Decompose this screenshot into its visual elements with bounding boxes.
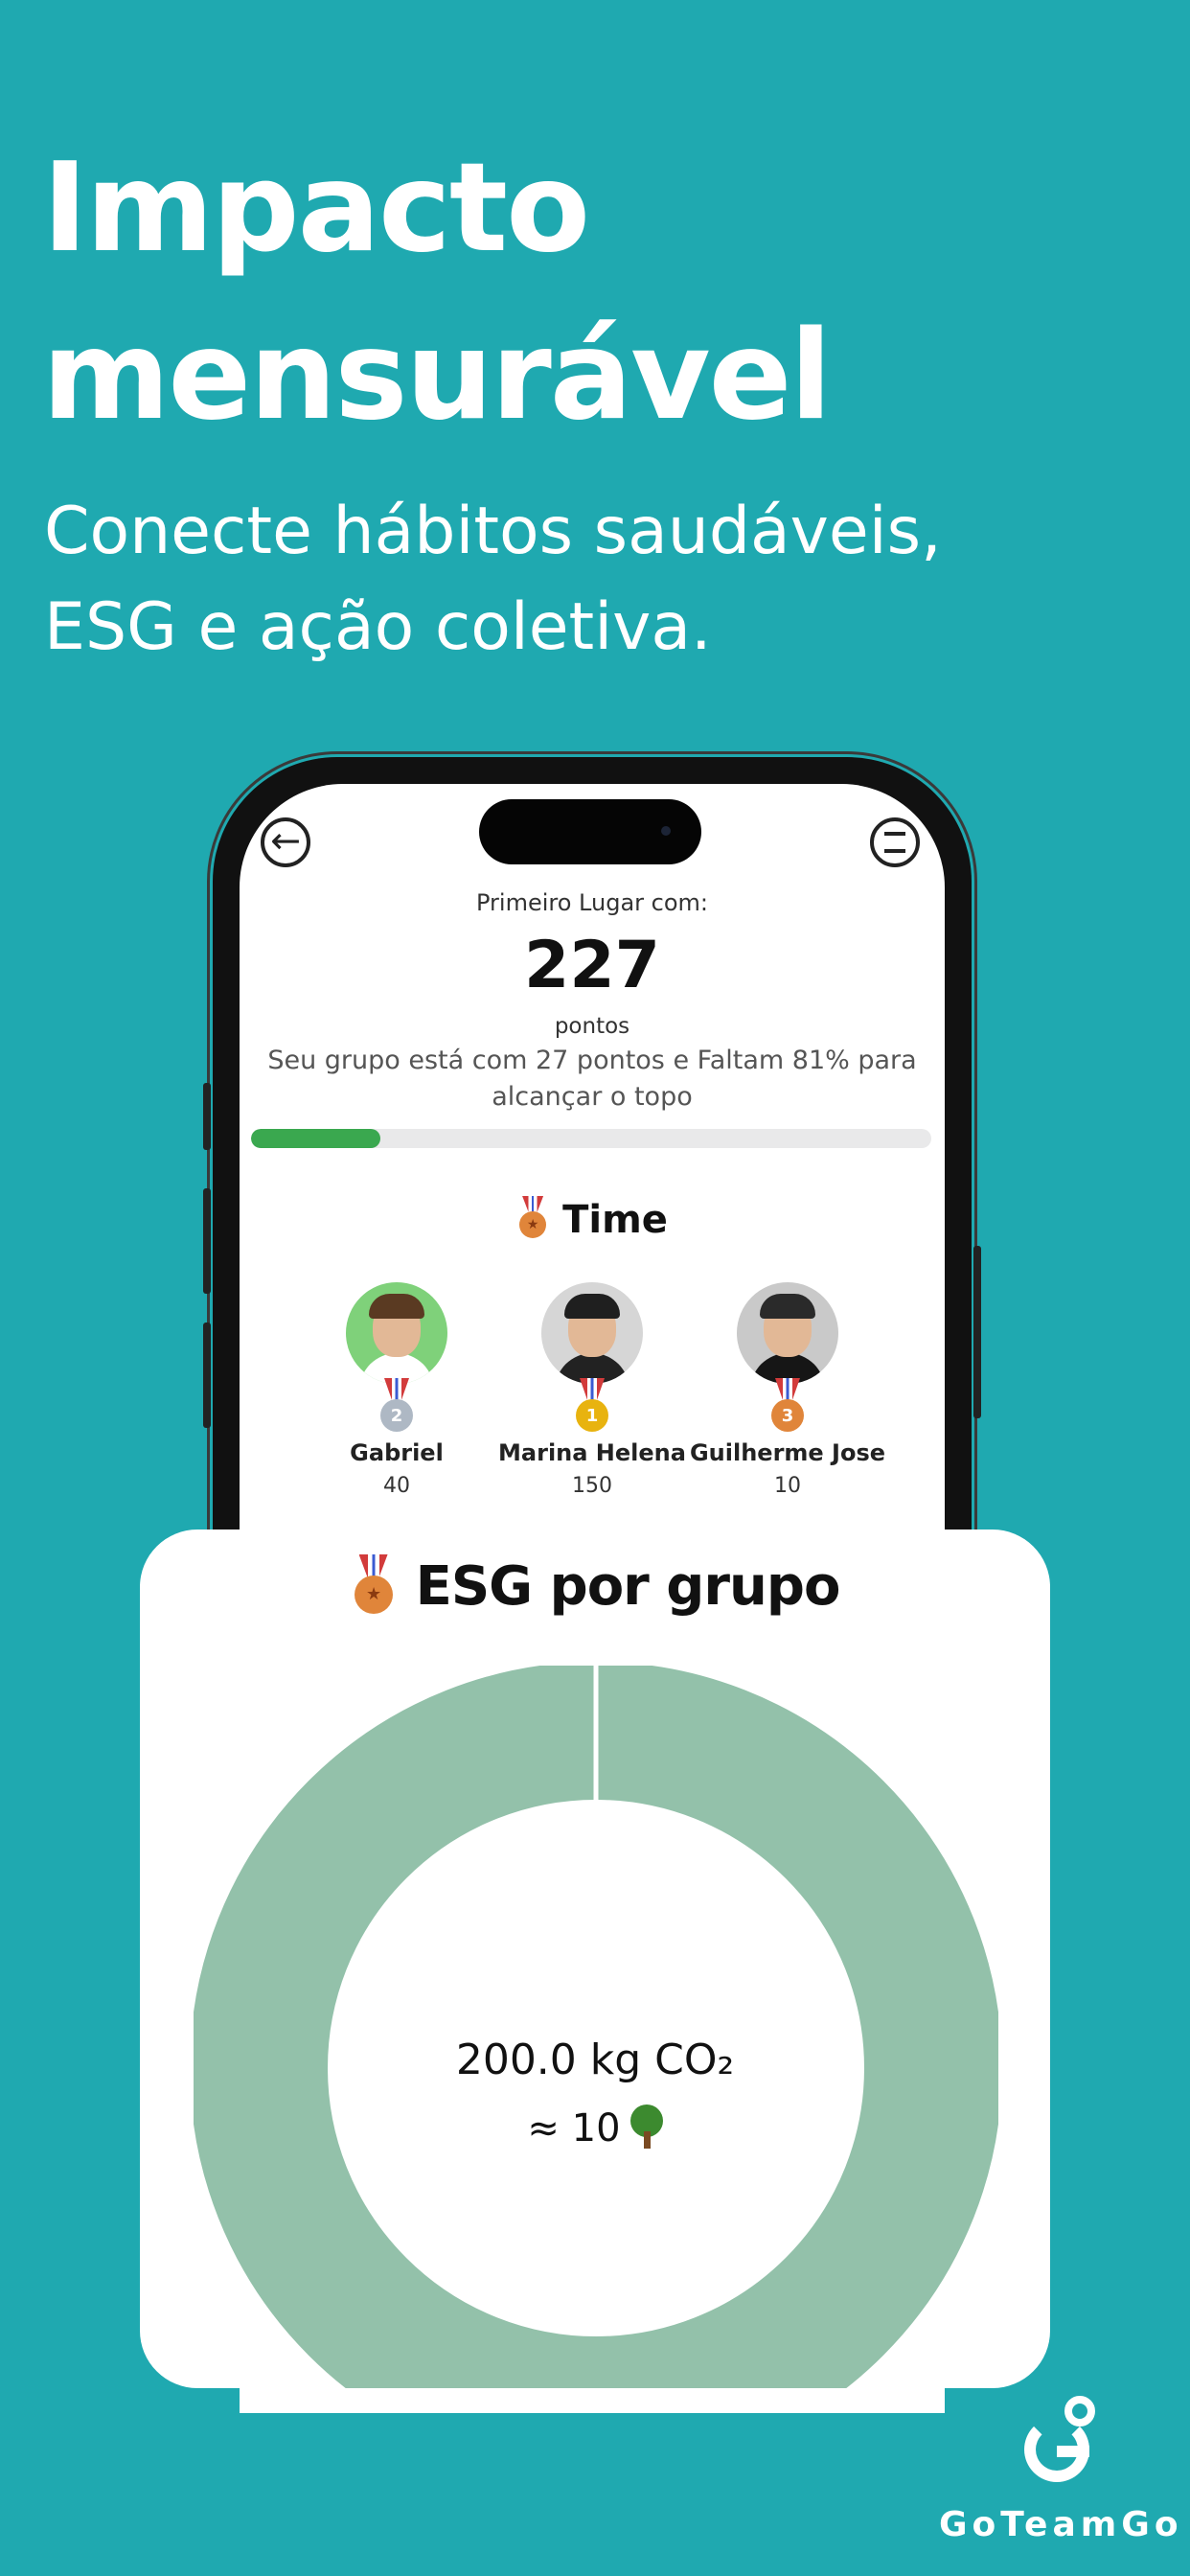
- tree-icon: [629, 2104, 663, 2149]
- esg-card: ★ ESG por grupo 200.0 kg CO₂ ≈ 10: [140, 1530, 1050, 2388]
- logo-mark-icon: [1011, 2392, 1107, 2488]
- first-place-score: 227: [524, 928, 660, 1003]
- menu-button[interactable]: [870, 817, 920, 867]
- esg-heading: ★ ESG por grupo: [140, 1554, 1050, 1618]
- subheadline-line-1: Conecte hábitos saudáveis,: [44, 494, 942, 569]
- back-button[interactable]: ←: [261, 817, 310, 867]
- headline: Impacto mensurável: [42, 125, 1144, 460]
- progress-bar: [251, 1129, 931, 1148]
- phone-side-button: [203, 1083, 211, 1150]
- team-heading: ★ Time: [240, 1196, 945, 1242]
- rank-number: 1: [576, 1399, 608, 1432]
- co2-value: 200.0 kg CO₂: [455, 2036, 735, 2084]
- subheadline-line-2: ESG e ação coletiva.: [44, 589, 712, 665]
- trees-equivalent: ≈ 10: [140, 2104, 1050, 2150]
- group-status-text: Seu grupo está com 27 pontos e Faltam 81…: [267, 1046, 917, 1112]
- esg-title: ESG por grupo: [415, 1555, 841, 1618]
- member-name: Guilherme Jose: [689, 1439, 886, 1466]
- team-title: Time: [562, 1198, 668, 1242]
- camera-icon: [661, 826, 671, 836]
- rank-medal-icon: 3: [767, 1378, 808, 1436]
- dynamic-island: [479, 799, 701, 864]
- avatar: [541, 1282, 643, 1384]
- headline-line-2: mensurável: [42, 305, 832, 448]
- menu-icon: [884, 832, 905, 853]
- subheadline: Conecte hábitos saudáveis, ESG e ação co…: [44, 484, 1146, 676]
- medal-icon: ★: [351, 1554, 397, 1614]
- arrow-left-icon: ←: [270, 819, 301, 862]
- avatar: [346, 1282, 447, 1384]
- phone-power-button: [973, 1246, 981, 1418]
- rank-number: 2: [380, 1399, 413, 1432]
- progress-fill: [251, 1129, 380, 1148]
- phone-side-button: [203, 1188, 211, 1294]
- esg-donut-chart: [194, 1666, 998, 2388]
- trees-value: ≈ 10: [527, 2106, 621, 2150]
- avatar: [737, 1282, 838, 1384]
- medal-icon: ★: [516, 1196, 549, 1238]
- headline-line-1: Impacto: [42, 137, 590, 280]
- rank-medal-icon: 1: [572, 1378, 612, 1436]
- member-points: 10: [774, 1474, 801, 1498]
- team-member[interactable]: 3 Guilherme Jose 10: [673, 1282, 903, 1498]
- first-place-label: Primeiro Lugar com:: [476, 889, 708, 916]
- logo-text: GoTeamGo: [939, 2505, 1183, 2544]
- phone-side-button: [203, 1322, 211, 1428]
- rank-number: 3: [771, 1399, 804, 1432]
- goteamgo-logo: GoTeamGo: [939, 2392, 1179, 2544]
- rank-medal-icon: 2: [377, 1378, 417, 1436]
- score-unit: pontos: [554, 1014, 630, 1039]
